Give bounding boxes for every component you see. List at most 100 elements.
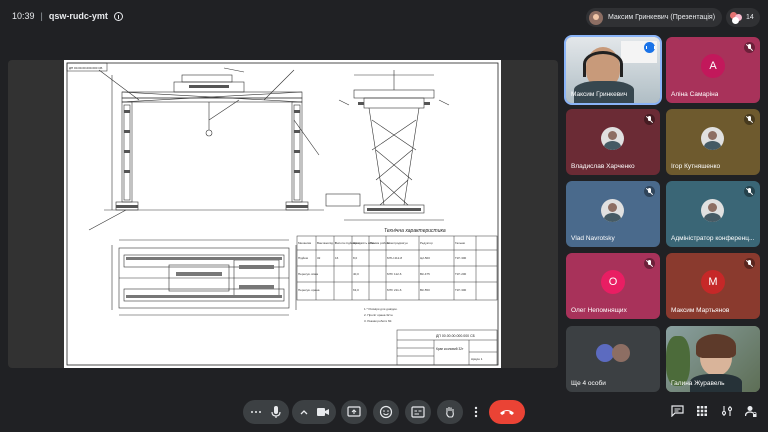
participant-name: Владислав Харченко	[571, 163, 635, 170]
meet-app: 10:39 | qsw-rudc-ymt Максим Гринкевич (П…	[0, 0, 768, 432]
drawing-note: 2. Проліт крана 32 м.	[364, 313, 393, 317]
presentation-slide: Технічна характеристика Механізм Вантажоп…	[64, 60, 501, 368]
video-plant	[666, 336, 690, 386]
table-header-cell: Механізм	[298, 241, 311, 245]
participant-tile-more-participants[interactable]: Ще 4 особи	[566, 326, 660, 392]
participant-avatar-letter: А	[701, 54, 725, 78]
clock-time: 10:39	[12, 11, 35, 21]
video-hair	[696, 334, 736, 358]
emoji-icon	[379, 405, 393, 419]
participant-tile-alina-samarina[interactable]: А Аліна Самаріна	[666, 37, 760, 103]
present-screen-icon	[347, 406, 361, 418]
more-options-icon[interactable]	[250, 406, 262, 418]
raise-hand-button[interactable]	[437, 400, 463, 424]
table-cell: 40,0	[353, 272, 359, 276]
captions-button[interactable]	[405, 400, 431, 424]
crane-drawing: Технічна характеристика Механізм Вантажоп…	[66, 62, 499, 366]
table-cell: Пересув. крана	[298, 288, 320, 292]
participants-avatars-icon	[730, 11, 742, 24]
drawing-note: 1.* Розміри для довідок.	[364, 307, 398, 311]
presenter-label: Максим Гринкевич (Презентація)	[608, 14, 716, 21]
participant-avatar	[601, 127, 624, 150]
table-cell: Підйом	[298, 256, 308, 260]
table-cell: ТКГ-300	[455, 256, 467, 260]
camera-control-group	[292, 400, 336, 424]
mic-off-icon	[744, 42, 755, 53]
presenter-chip[interactable]: Максим Гринкевич (Презентація)	[586, 8, 722, 27]
participant-tile-halyna-zhuravel[interactable]: Галина Журавель	[666, 326, 760, 392]
mic-off-icon	[744, 114, 755, 125]
leave-call-button[interactable]	[489, 400, 525, 424]
emoji-button[interactable]	[373, 400, 399, 424]
top-bar: 10:39 | qsw-rudc-ymt Максим Гринкевич (П…	[0, 0, 768, 34]
lock-person-icon[interactable]	[743, 403, 759, 419]
presenter-avatar	[589, 10, 603, 25]
participant-count: 14	[746, 14, 754, 21]
participant-name: Максим Гринкевич	[571, 91, 628, 98]
table-title: Технічна характеристика	[384, 228, 446, 234]
camera-icon[interactable]	[316, 406, 330, 418]
table-cell: ВК-550	[420, 288, 430, 292]
participant-name: Адміністратор конференц...	[671, 235, 755, 242]
participant-tile-oleh-nepomniashchykh[interactable]: О Олег Непомнящих	[566, 253, 660, 319]
leave-call-icon	[499, 407, 515, 417]
raise-hand-icon	[443, 405, 457, 419]
meeting-info: 10:39 | qsw-rudc-ymt	[12, 11, 123, 21]
table-cell: МТF 211-6	[387, 288, 402, 292]
headphones-icon	[583, 51, 623, 77]
table-cell: 63,0	[353, 288, 359, 292]
drawing-note: 3. Режим роботи 6К.	[364, 319, 392, 323]
separator: |	[40, 11, 43, 21]
participant-name: Максим Мартьянов	[671, 307, 730, 314]
table-cell: 8,0	[353, 256, 358, 260]
table-cell: Ц2-500	[420, 256, 430, 260]
participant-avatar	[701, 199, 724, 222]
chevron-up-icon[interactable]	[298, 406, 310, 418]
participant-name: Галина Журавель	[671, 380, 725, 387]
participant-name: Аліна Самаріна	[671, 91, 719, 98]
info-icon[interactable]	[113, 11, 123, 21]
chat-icon[interactable]	[669, 403, 685, 419]
participant-tile-conference-admin[interactable]: Адміністратор конференц...	[666, 181, 760, 247]
participant-name: Vlad Navrotsky	[571, 235, 615, 242]
participant-name: Ігор Кутняшенко	[671, 163, 721, 170]
host-controls-icon[interactable]	[719, 403, 735, 419]
stamp-code: ДП 00.00.00.000.000 СБ	[436, 334, 476, 338]
speaking-indicator-icon	[644, 42, 655, 53]
table-cell: Пересув. візка	[298, 272, 318, 276]
mic-off-icon	[744, 258, 755, 269]
table-cell: МТF 112-6	[387, 272, 402, 276]
participant-tile-maksym-hrynkevych[interactable]: Максим Гринкевич	[564, 35, 662, 105]
participant-tile-vlad-navrotsky[interactable]: Vlad Navrotsky	[566, 181, 660, 247]
table-cell: ТКГ-300	[455, 288, 467, 292]
microphone-icon[interactable]	[269, 405, 283, 419]
stamp-top: ДП 00.00.00.000.000 СБ	[69, 66, 102, 70]
more-vertical-icon	[473, 405, 479, 419]
participant-tile-vladyslav-kharchenko[interactable]: Владислав Харченко	[566, 109, 660, 175]
table-cell: ТКГ-200	[455, 272, 467, 276]
table-header-cell: Електродвигун	[387, 241, 408, 245]
table-cell: 32	[317, 256, 321, 260]
table-header-cell: Редуктор	[420, 241, 433, 245]
meeting-code: qsw-rudc-ymt	[48, 11, 108, 21]
table-cell: 16	[335, 256, 339, 260]
mic-off-icon	[644, 114, 655, 125]
participant-avatar	[601, 199, 624, 222]
stamp-name: Кран козловий 32т	[436, 347, 464, 351]
participant-avatar-letter: М	[701, 270, 725, 294]
bottom-toolbar	[0, 392, 768, 432]
more-actions-button[interactable]	[468, 400, 484, 424]
table-cell: МТН 412-8	[387, 256, 402, 260]
participants-chip[interactable]: 14	[726, 8, 760, 27]
participant-avatar	[701, 127, 724, 150]
table-header-cell: Вантажопід. т	[317, 241, 337, 245]
participant-tile-ihor-kutniashenko[interactable]: Ігор Кутняшенко	[666, 109, 760, 175]
group-avatar-2	[612, 344, 630, 362]
stamp-sheet: Аркуш 1	[471, 357, 483, 361]
participant-tile-maksym-martianov[interactable]: М Максим Мартьянов	[666, 253, 760, 319]
present-button[interactable]	[341, 400, 367, 424]
table-header-cell: Гальмо	[455, 241, 466, 245]
captions-icon	[411, 406, 425, 418]
activities-icon[interactable]	[694, 403, 710, 419]
mic-off-icon	[644, 258, 655, 269]
